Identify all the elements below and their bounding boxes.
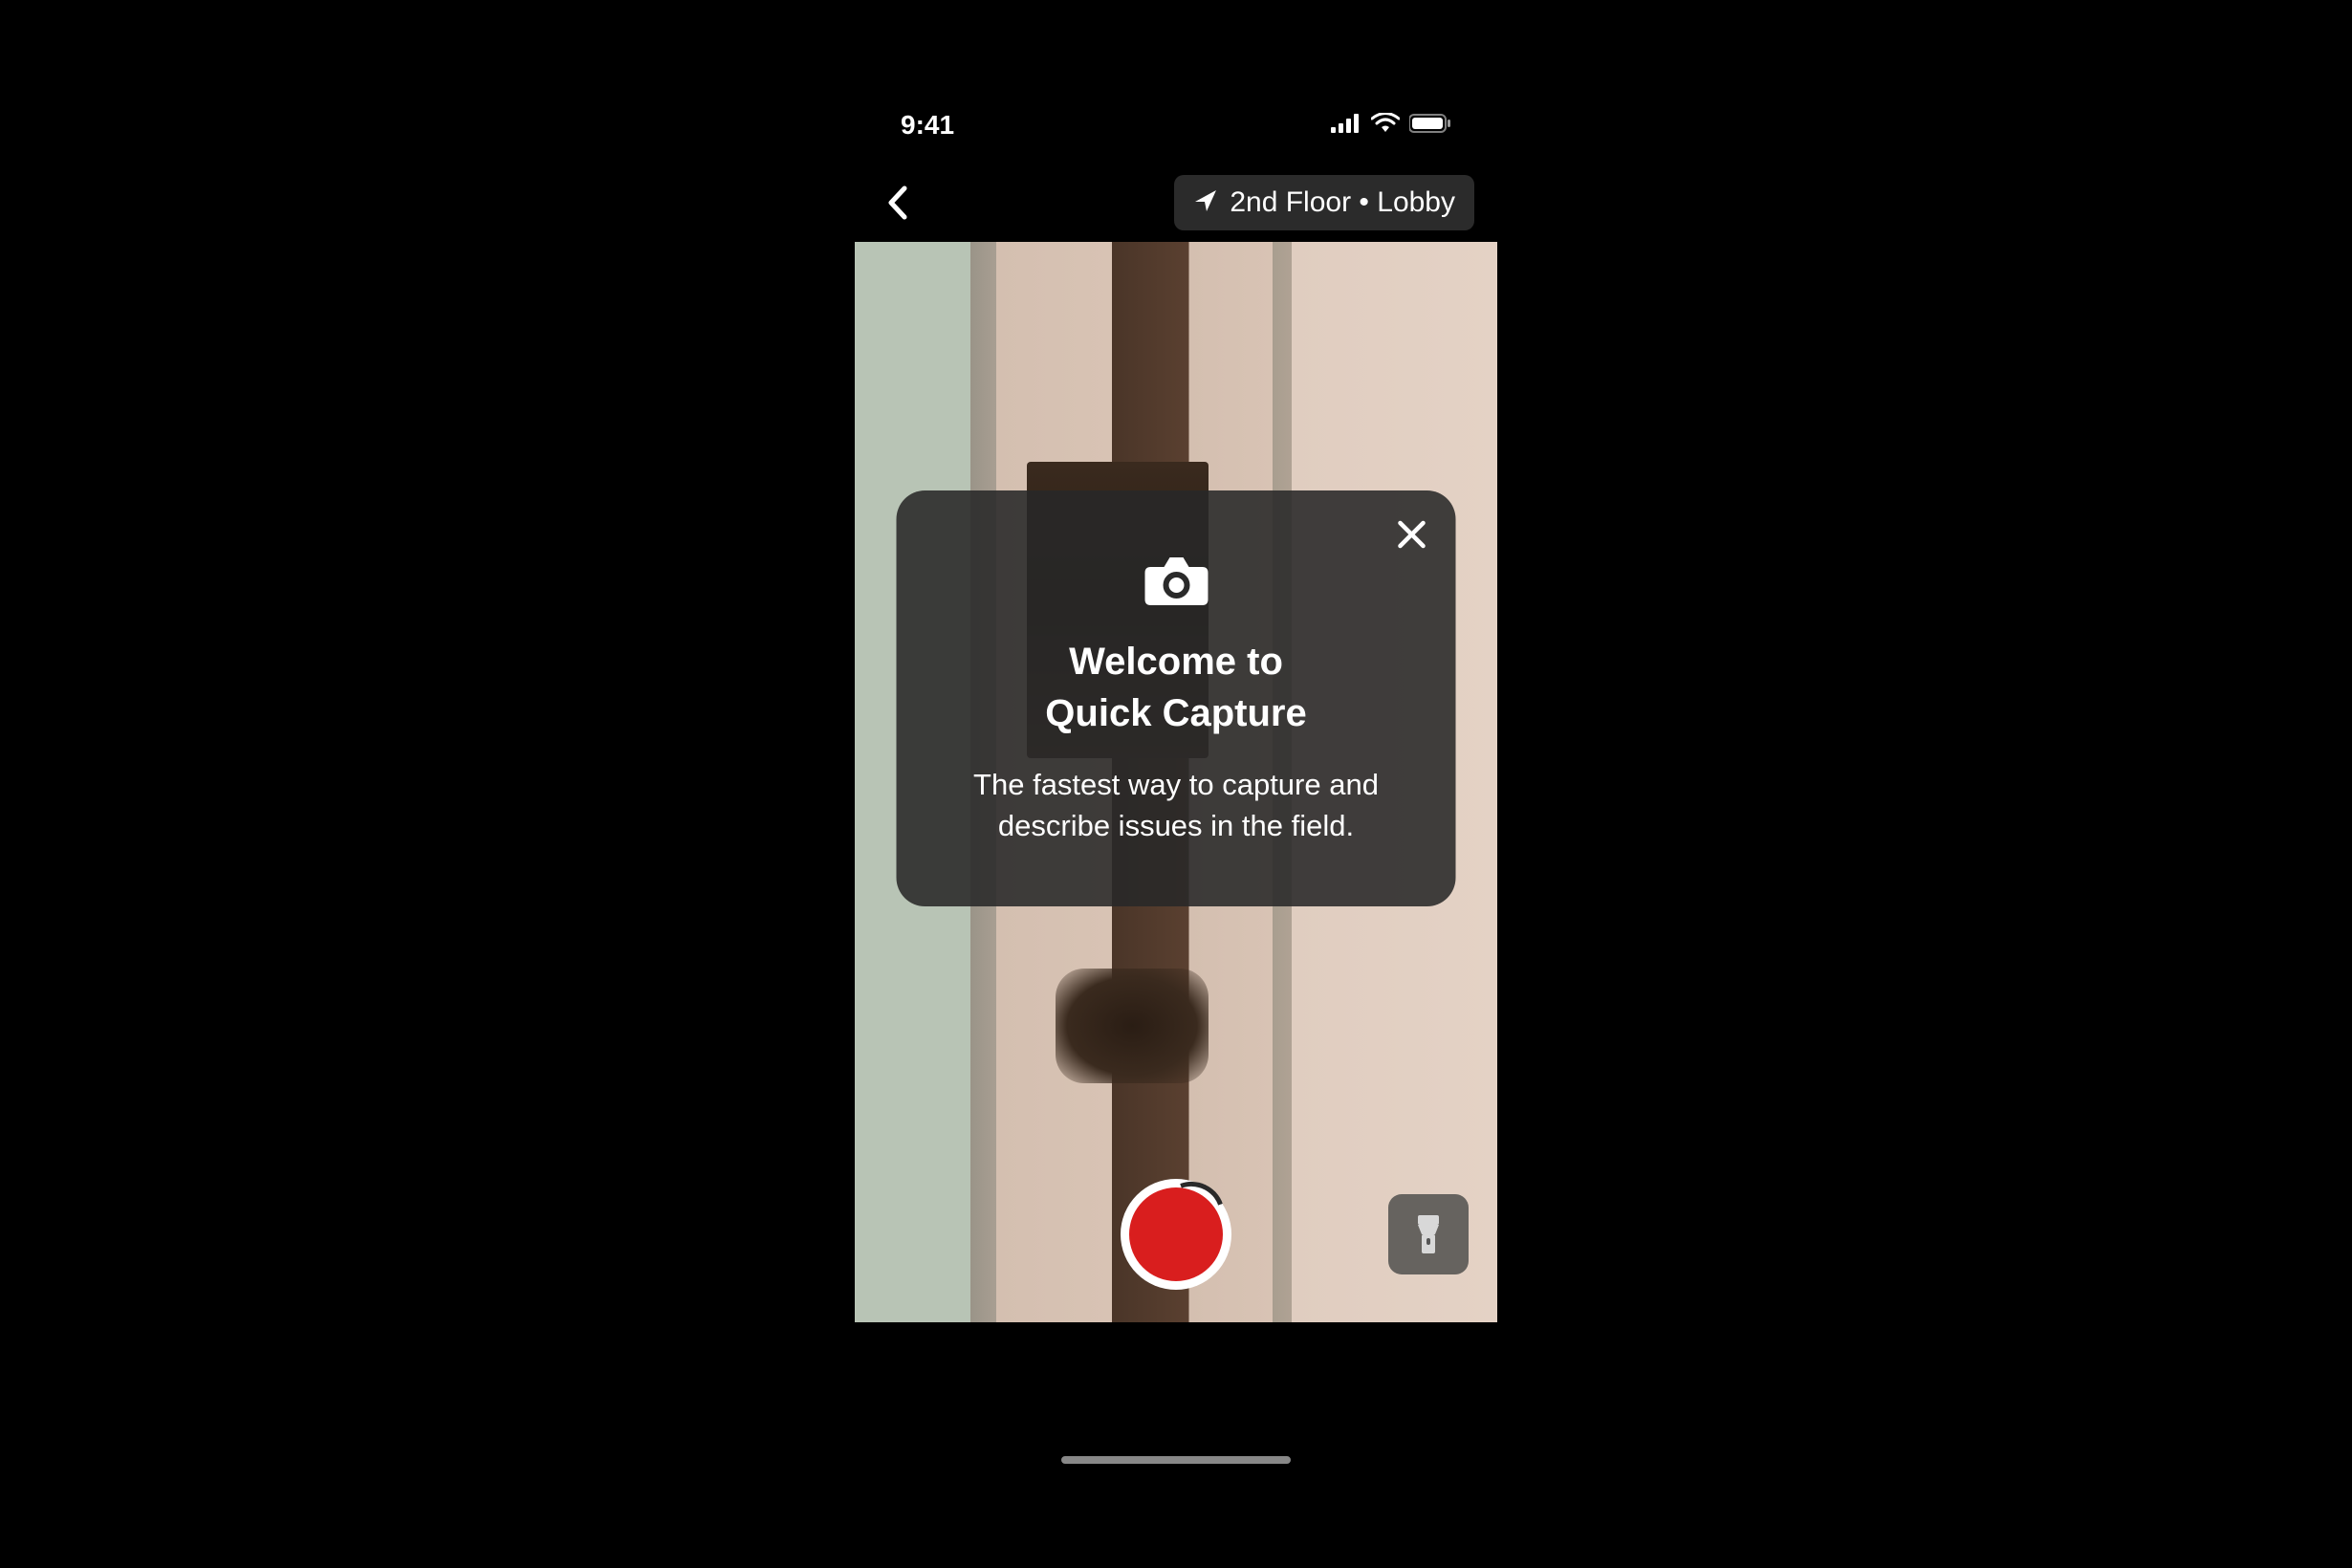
flashlight-button[interactable] xyxy=(1388,1194,1469,1274)
location-pill[interactable]: 2nd Floor • Lobby xyxy=(1174,175,1474,230)
close-icon xyxy=(1397,519,1427,550)
welcome-overlay-card: Welcome to Quick Capture The fastest way… xyxy=(897,490,1456,906)
back-button[interactable] xyxy=(878,177,916,229)
status-icons xyxy=(1331,113,1451,139)
shutter-button[interactable] xyxy=(1121,1179,1231,1290)
overlay-description: The fastest way to capture and describe … xyxy=(935,764,1418,847)
overlay-title: Welcome to Quick Capture xyxy=(935,636,1418,739)
home-indicator[interactable] xyxy=(1061,1456,1291,1464)
location-arrow-icon xyxy=(1193,188,1218,218)
status-bar: 9:41 xyxy=(855,87,1497,163)
wifi-icon xyxy=(1371,113,1400,139)
status-time: 9:41 xyxy=(901,110,954,141)
overlay-title-line2: Quick Capture xyxy=(935,687,1418,739)
cellular-signal-icon xyxy=(1331,114,1361,138)
phone-screen: 9:41 xyxy=(855,87,1497,1481)
overlay-title-line1: Welcome to xyxy=(935,636,1418,687)
camera-viewport: Welcome to Quick Capture The fastest way… xyxy=(855,242,1497,1322)
close-button[interactable] xyxy=(1389,512,1435,562)
shutter-inner xyxy=(1129,1187,1223,1281)
camera-icon xyxy=(935,555,1418,607)
chevron-left-icon xyxy=(885,185,908,221)
battery-icon xyxy=(1409,113,1451,139)
location-text: 2nd Floor • Lobby xyxy=(1230,186,1455,219)
nav-bar: 2nd Floor • Lobby xyxy=(855,163,1497,242)
flashlight-icon xyxy=(1414,1211,1443,1257)
camera-controls xyxy=(855,1179,1497,1290)
